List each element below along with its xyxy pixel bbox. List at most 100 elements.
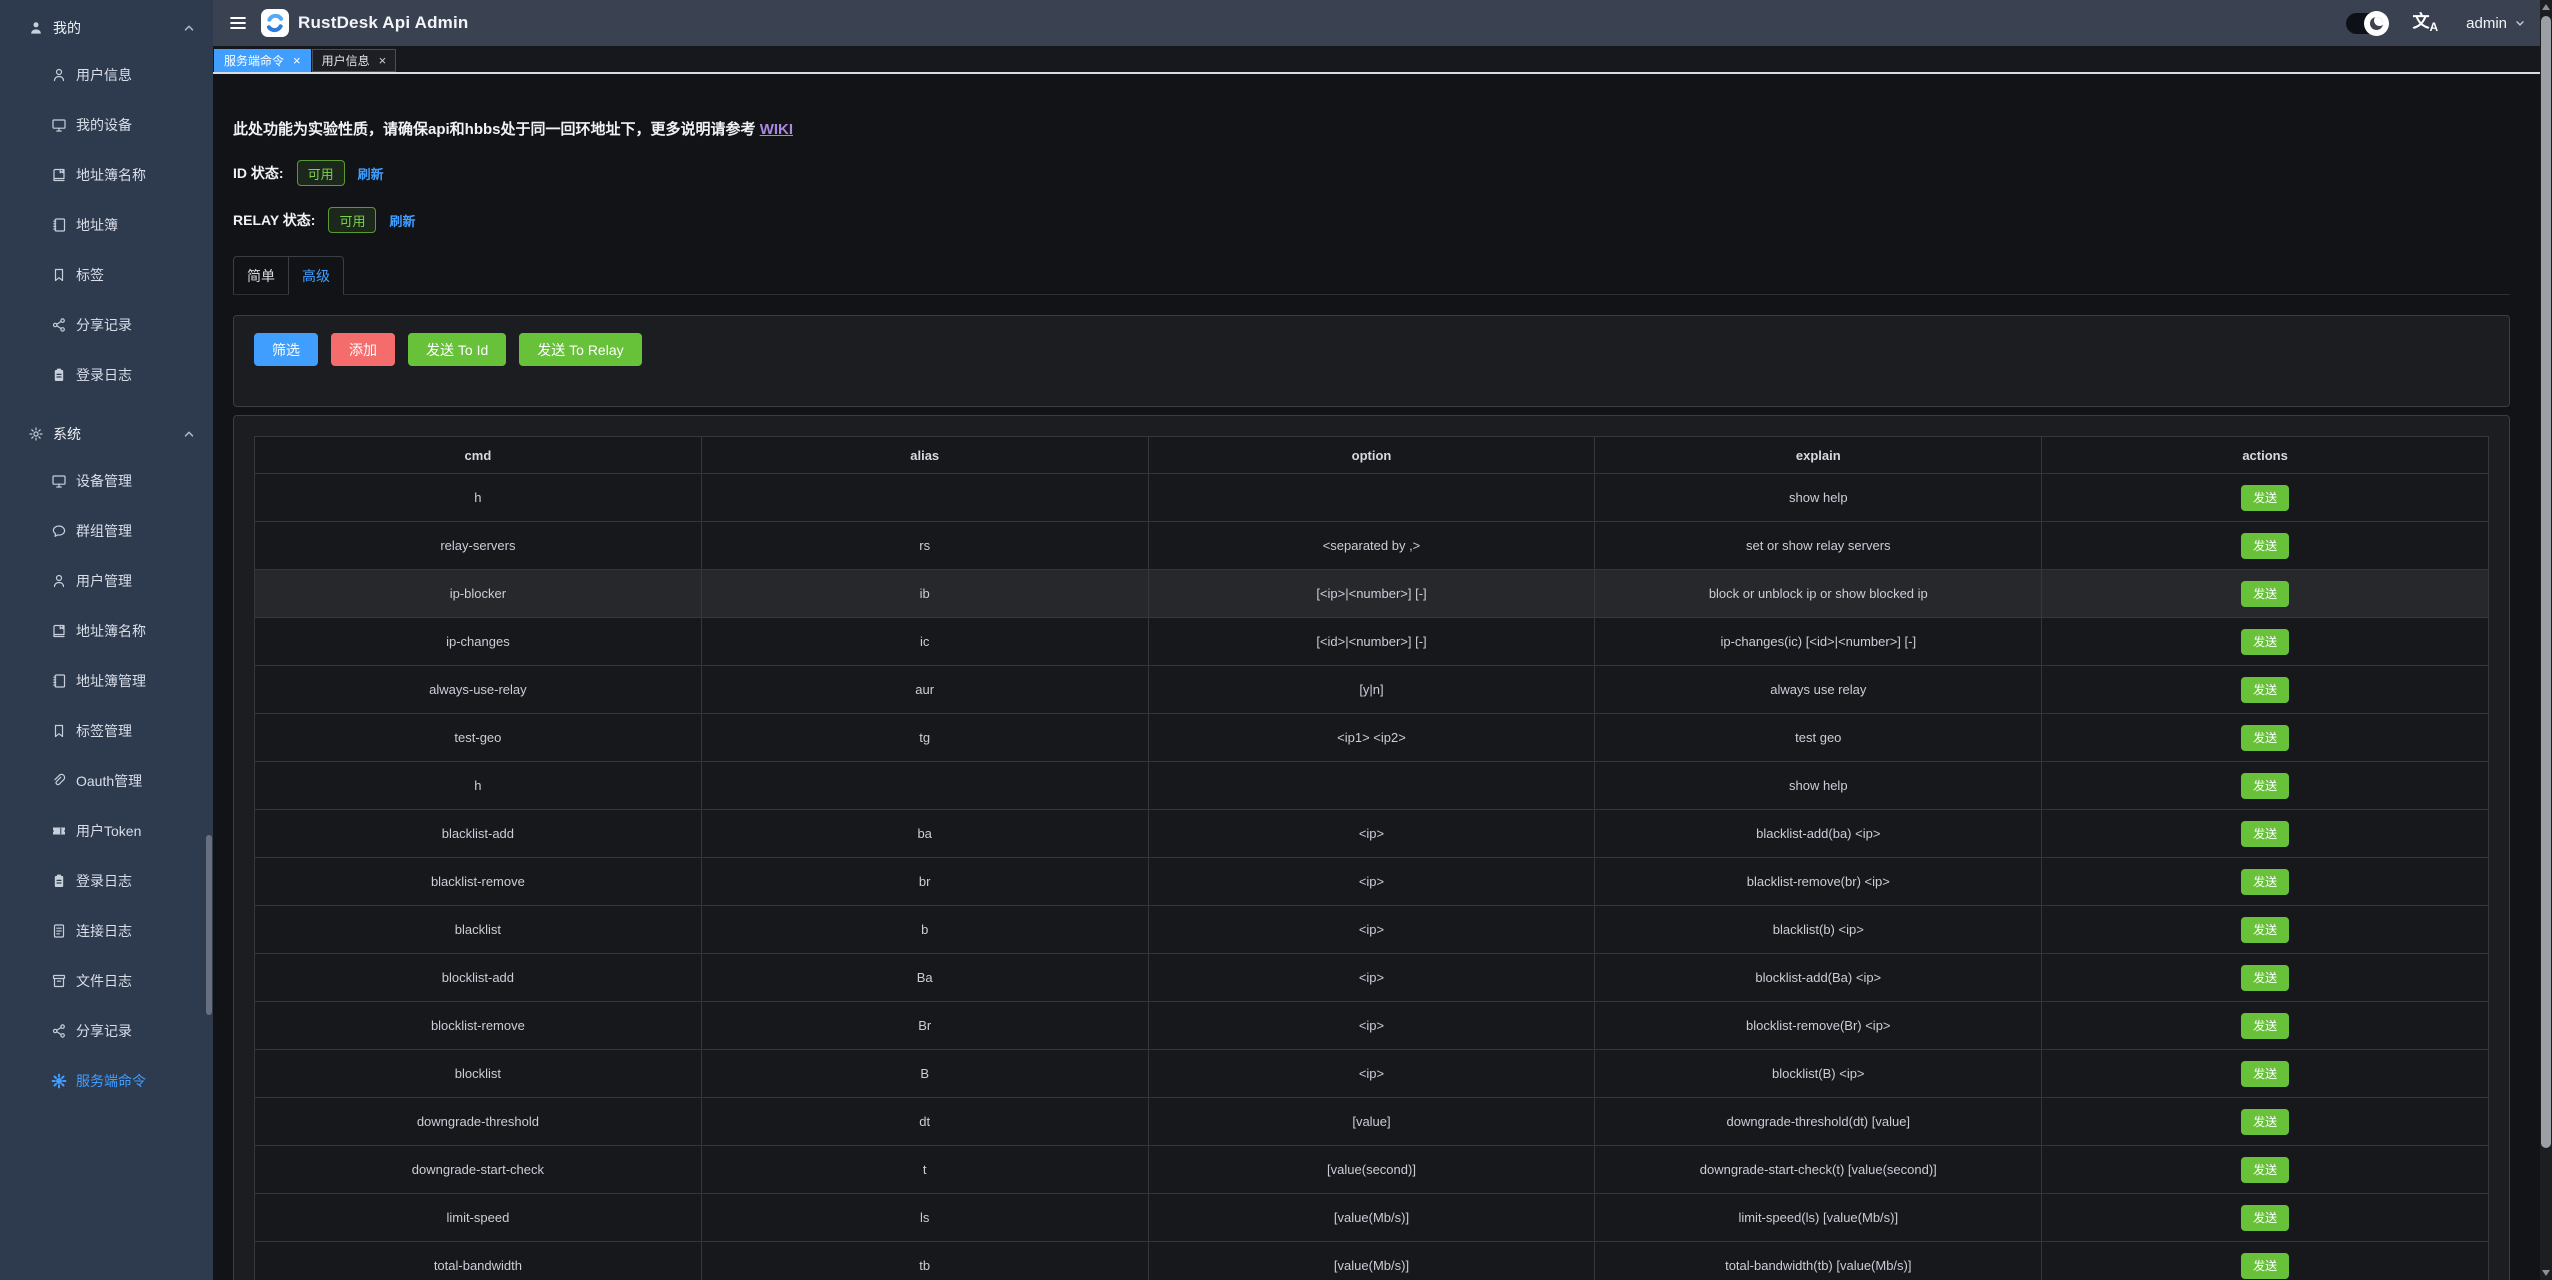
cell-cmd: blocklist <box>255 1050 702 1098</box>
sidebar-item-1-4[interactable]: 地址簿管理 <box>0 656 213 706</box>
cell-option: <ip> <box>1148 1002 1595 1050</box>
cell-explain: limit-speed(ls) [value(Mb/s)] <box>1595 1194 2042 1242</box>
mode-tabs: 简单高级 <box>233 256 2510 295</box>
sidebar-item-1-7[interactable]: 用户Token <box>0 806 213 856</box>
sidebar-item-1-1[interactable]: 群组管理 <box>0 506 213 556</box>
tab-1[interactable]: 高级 <box>289 256 344 294</box>
send-button[interactable]: 发送 <box>2241 629 2289 655</box>
send-button[interactable]: 发送 <box>2241 821 2289 847</box>
cell-actions: 发送 <box>2042 618 2489 666</box>
sidebar-item-0-1[interactable]: 我的设备 <box>0 100 213 150</box>
sidebar-item-1-12[interactable]: 服务端命令 <box>0 1056 213 1106</box>
sidebar-item-label: 分享记录 <box>76 1021 132 1041</box>
send-button[interactable]: 发送 <box>2241 1205 2289 1231</box>
send-button[interactable]: 发送 <box>2241 533 2289 559</box>
id-refresh-link[interactable]: 刷新 <box>358 164 384 183</box>
cell-alias: B <box>701 1050 1148 1098</box>
sidebar-item-1-6[interactable]: Oauth管理 <box>0 756 213 806</box>
sidebar-item-0-6[interactable]: 登录日志 <box>0 350 213 400</box>
sidebar-item-1-0[interactable]: 设备管理 <box>0 456 213 506</box>
cell-alias: aur <box>701 666 1148 714</box>
table-row: blacklistb<ip>blacklist(b) <ip>发送 <box>255 906 2489 954</box>
sidebar-item-0-3[interactable]: 地址簿 <box>0 200 213 250</box>
sidebar-item-0-4[interactable]: 标签 <box>0 250 213 300</box>
sidebar-item-1-5[interactable]: 标签管理 <box>0 706 213 756</box>
send-button[interactable]: 发送 <box>2241 485 2289 511</box>
sidebar-item-1-8[interactable]: 登录日志 <box>0 856 213 906</box>
tab-tag-1[interactable]: 用户信息× <box>312 49 397 72</box>
user-menu[interactable]: admin <box>2466 15 2526 32</box>
send-button[interactable]: 发送 <box>2241 581 2289 607</box>
sidebar-section-1[interactable]: 系统 <box>0 400 213 456</box>
cell-cmd: h <box>255 762 702 810</box>
cell-option: [value] <box>1148 1098 1595 1146</box>
send-button[interactable]: 发送 <box>2241 725 2289 751</box>
cell-option: [value(Mb/s)] <box>1148 1242 1595 1280</box>
page-scrollbar[interactable] <box>2540 0 2552 1280</box>
send-button[interactable]: 发送 <box>2241 1253 2289 1279</box>
toolbar-button-1[interactable]: 添加 <box>331 333 395 366</box>
toolbar-button-3[interactable]: 发送 To Relay <box>519 333 641 366</box>
toolbar-button-2[interactable]: 发送 To Id <box>408 333 506 366</box>
table-row: hshow help发送 <box>255 474 2489 522</box>
send-button[interactable]: 发送 <box>2241 1157 2289 1183</box>
sidebar-item-1-11[interactable]: 分享记录 <box>0 1006 213 1056</box>
sidebar-item-label: 用户Token <box>76 821 141 841</box>
table-row: total-bandwidthtb[value(Mb/s)]total-band… <box>255 1242 2489 1280</box>
cell-alias: br <box>701 858 1148 906</box>
send-button[interactable]: 发送 <box>2241 1109 2289 1135</box>
send-button[interactable]: 发送 <box>2241 1013 2289 1039</box>
sidebar-scrollbar-thumb[interactable] <box>206 835 212 1015</box>
dark-mode-toggle[interactable] <box>2346 13 2388 34</box>
sidebar-item-0-5[interactable]: 分享记录 <box>0 300 213 350</box>
cell-explain: blacklist-add(ba) <ip> <box>1595 810 2042 858</box>
column-header-alias: alias <box>701 437 1148 474</box>
tab-tag-0[interactable]: 服务端命令× <box>214 49 311 72</box>
hamburger-menu-icon[interactable] <box>228 13 248 33</box>
sidebar-item-label: 标签管理 <box>76 721 132 741</box>
scroll-down-icon[interactable] <box>2540 1266 2552 1280</box>
sidebar-item-1-9[interactable]: 连接日志 <box>0 906 213 956</box>
cell-cmd: blacklist-remove <box>255 858 702 906</box>
cell-actions: 发送 <box>2042 858 2489 906</box>
monitor-icon <box>51 473 67 489</box>
sidebar-item-0-2[interactable]: 地址簿名称 <box>0 150 213 200</box>
page-scrollbar-thumb[interactable] <box>2541 16 2551 1148</box>
language-switch-icon[interactable]: 文A <box>2412 13 2438 33</box>
cell-actions: 发送 <box>2042 1050 2489 1098</box>
page-title: RustDesk Api Admin <box>298 13 468 33</box>
send-button[interactable]: 发送 <box>2241 869 2289 895</box>
sidebar-item-0-0[interactable]: 用户信息 <box>0 50 213 100</box>
cell-actions: 发送 <box>2042 906 2489 954</box>
send-button[interactable]: 发送 <box>2241 677 2289 703</box>
tab-0[interactable]: 简单 <box>233 256 289 294</box>
close-icon[interactable]: × <box>379 54 387 67</box>
toggle-knob <box>2364 11 2389 36</box>
send-button[interactable]: 发送 <box>2241 965 2289 991</box>
table-row: always-use-relayaur[y|n]always use relay… <box>255 666 2489 714</box>
sidebar-item-1-2[interactable]: 用户管理 <box>0 556 213 606</box>
box-icon <box>51 973 67 989</box>
chevron-up-icon[interactable] <box>181 426 197 442</box>
send-button[interactable]: 发送 <box>2241 1061 2289 1087</box>
cell-cmd: ip-changes <box>255 618 702 666</box>
sidebar-item-label: 我的设备 <box>76 115 132 135</box>
cell-option: [y|n] <box>1148 666 1595 714</box>
collection-icon <box>51 167 67 183</box>
scroll-up-icon[interactable] <box>2540 0 2552 14</box>
send-button[interactable]: 发送 <box>2241 917 2289 943</box>
toolbar-button-0[interactable]: 筛选 <box>254 333 318 366</box>
bookmark-icon <box>51 267 67 283</box>
sidebar-item-label: 文件日志 <box>76 971 132 991</box>
sidebar-item-1-10[interactable]: 文件日志 <box>0 956 213 1006</box>
chevron-up-icon[interactable] <box>181 20 197 36</box>
sidebar-section-0[interactable]: 我的 <box>0 6 213 50</box>
send-button[interactable]: 发送 <box>2241 773 2289 799</box>
close-icon[interactable]: × <box>293 54 301 67</box>
wiki-link[interactable]: WIKI <box>760 121 793 138</box>
relay-refresh-link[interactable]: 刷新 <box>389 211 415 230</box>
table-row: hshow help发送 <box>255 762 2489 810</box>
sidebar-item-1-3[interactable]: 地址簿名称 <box>0 606 213 656</box>
cell-actions: 发送 <box>2042 762 2489 810</box>
cell-alias: rs <box>701 522 1148 570</box>
